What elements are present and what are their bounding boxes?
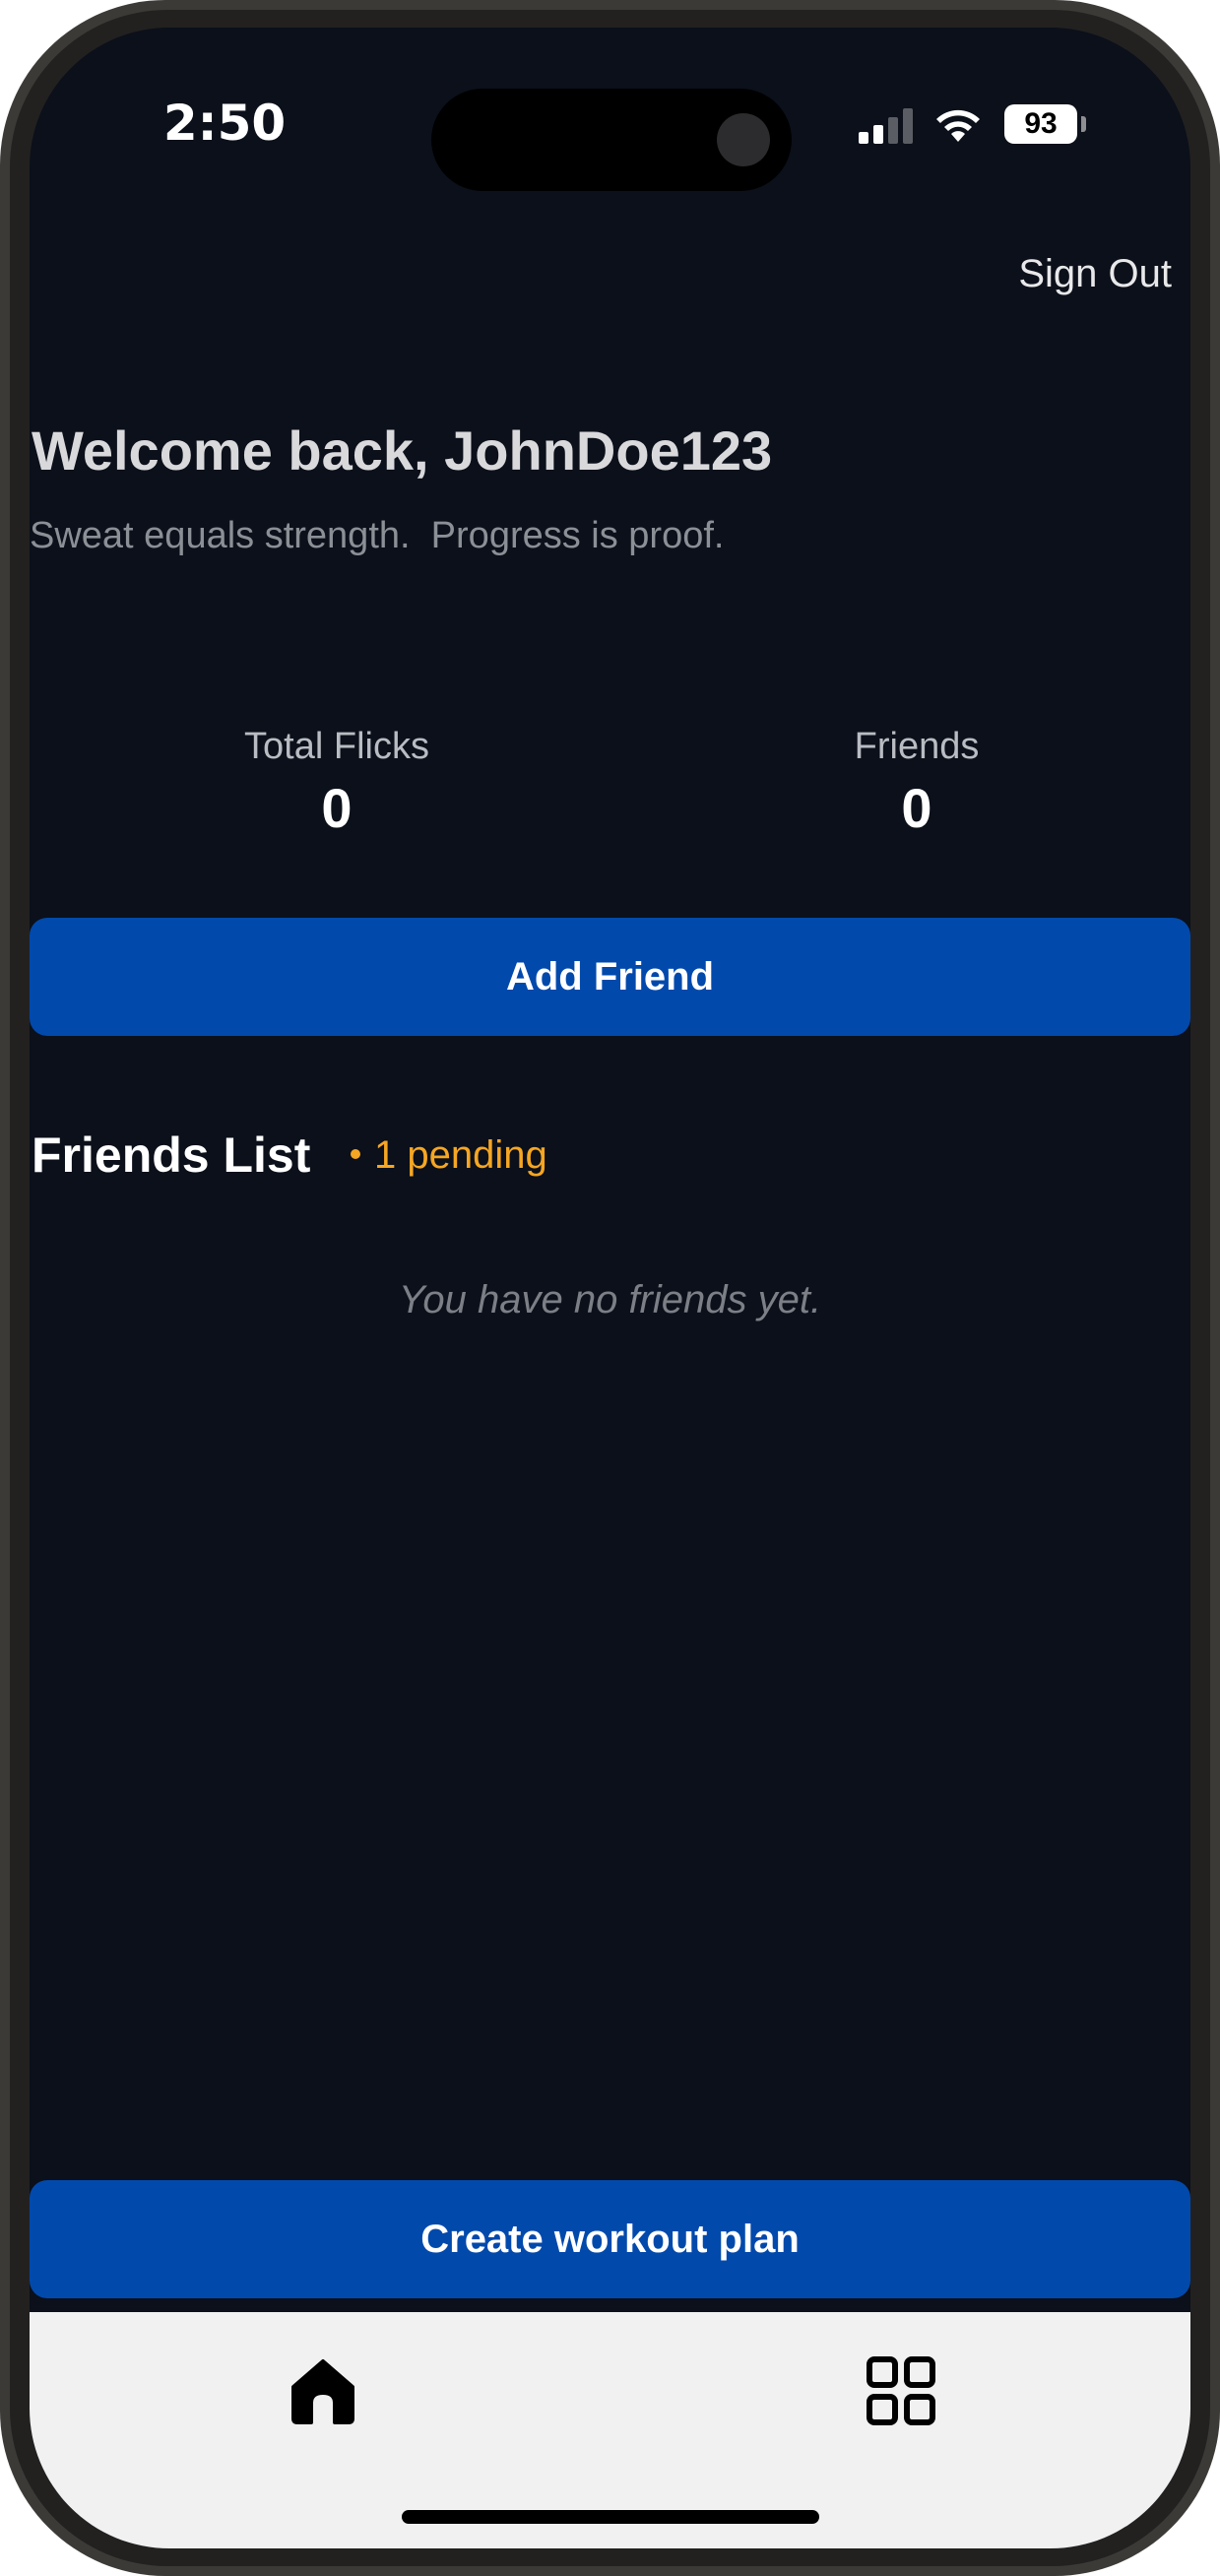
friends-list-title: Friends List (32, 1127, 311, 1183)
sign-out-button[interactable]: Sign Out (975, 244, 1172, 303)
stat-total-flicks-value: 0 (321, 777, 353, 839)
pending-requests[interactable]: 1 pending (335, 1126, 630, 1185)
grid-icon[interactable] (866, 2355, 936, 2426)
home-icon[interactable] (288, 2355, 358, 2426)
home-indicator[interactable] (402, 2510, 819, 2524)
wifi-icon (936, 109, 980, 142)
front-camera (717, 113, 770, 166)
pending-dot-icon (351, 1149, 360, 1160)
status-icons: 93 (859, 98, 1134, 158)
add-friend-button[interactable]: Add Friend (30, 918, 1190, 1036)
welcome-heading: Welcome back, JohnDoe123 (32, 419, 773, 482)
app-screen: 2:50 93 Sign Out Welcome back, JohnDoe12… (30, 28, 1190, 2548)
stat-total-flicks-label: Total Flicks (244, 726, 429, 767)
battery-tip (1081, 116, 1086, 132)
status-time: 2:50 (162, 95, 287, 152)
stat-friends: Friends 0 (720, 717, 1114, 845)
stat-friends-value: 0 (901, 777, 932, 839)
empty-friends-message: You have no friends yet. (398, 1278, 822, 1321)
pending-label: 1 pending (374, 1133, 547, 1177)
stat-friends-label: Friends (854, 726, 980, 767)
create-workout-plan-button[interactable]: Create workout plan (30, 2180, 1190, 2298)
battery-indicator: 93 (1004, 104, 1077, 144)
dynamic-island (431, 89, 792, 191)
stat-total-flicks: Total Flicks 0 (140, 717, 534, 845)
cellular-signal-icon (859, 108, 916, 144)
tagline: Sweat equals strength. Progress is proof… (30, 515, 725, 556)
